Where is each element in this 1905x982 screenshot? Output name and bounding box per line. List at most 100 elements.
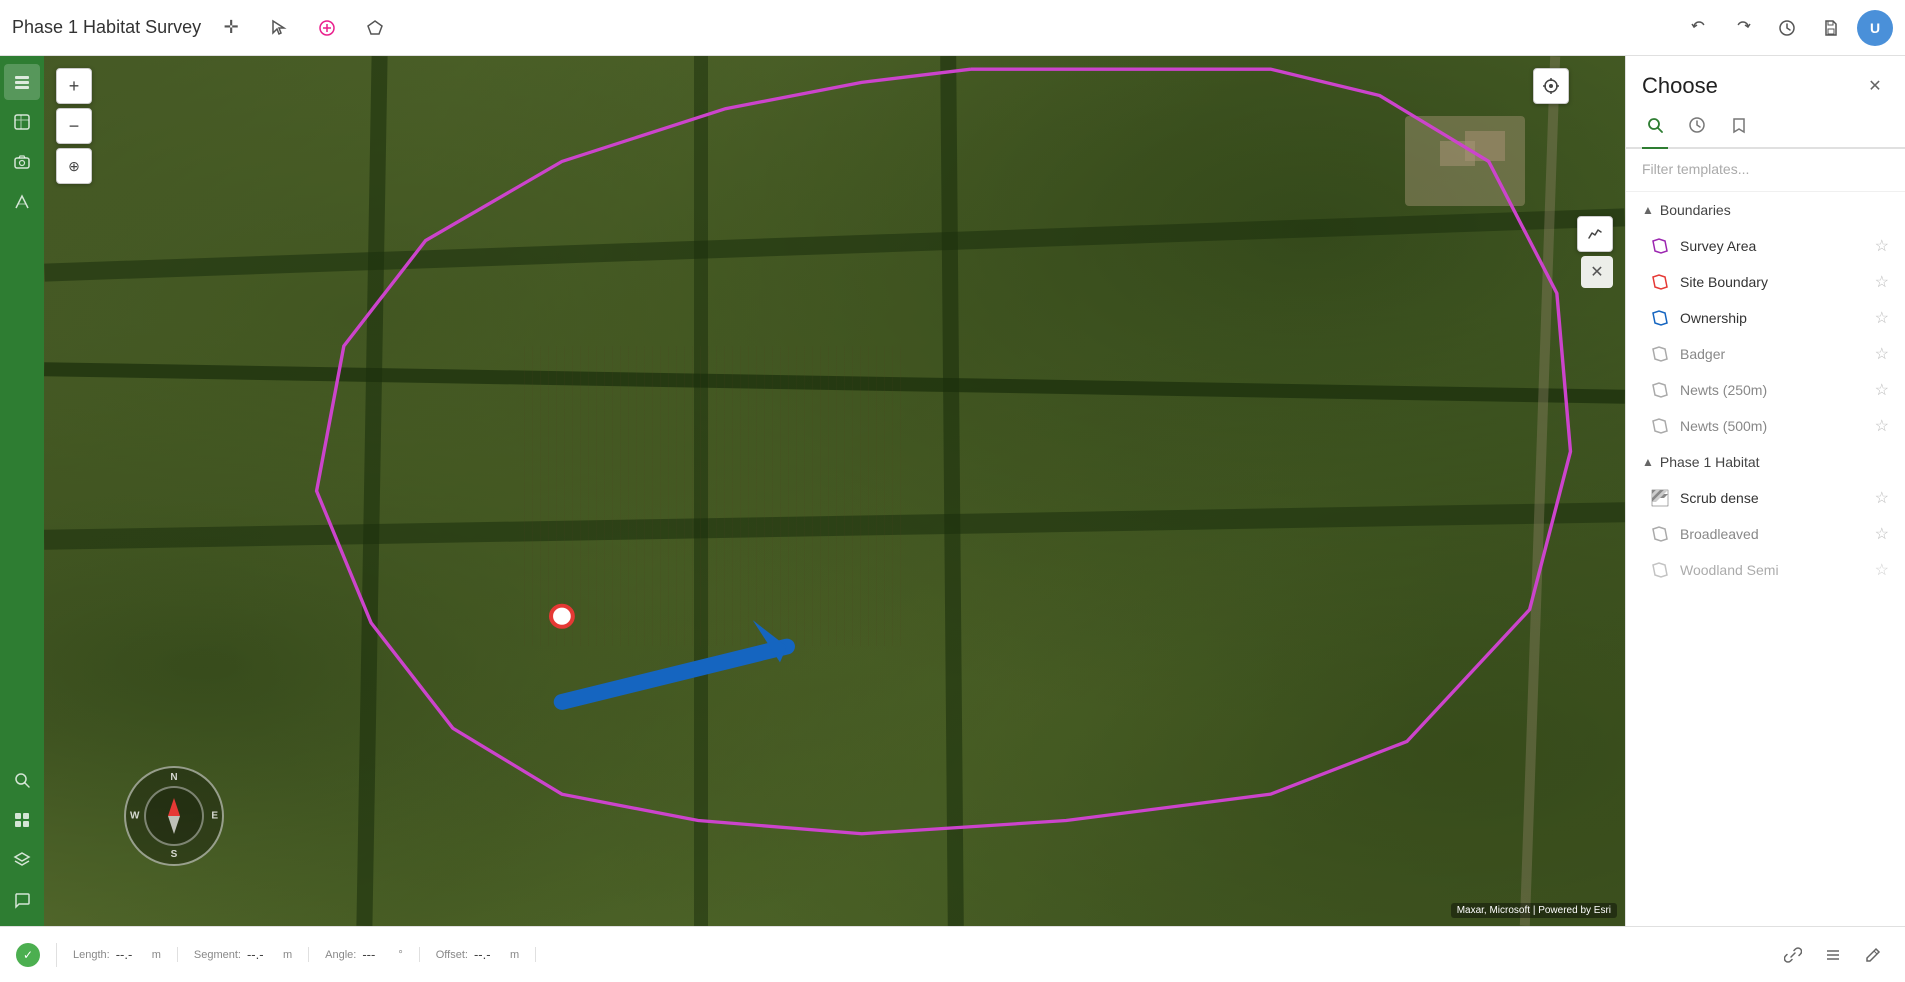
phase1-chevron: ▲ — [1642, 455, 1654, 469]
scrub-dense-star[interactable]: ☆ — [1875, 488, 1889, 508]
section-boundaries[interactable]: ▲ Boundaries — [1626, 192, 1905, 228]
site-boundary-label: Site Boundary — [1680, 274, 1865, 290]
map-container[interactable]: + − ⊕ ✕ N S E W — [44, 56, 1625, 926]
map-close-btn[interactable]: ✕ — [1581, 256, 1613, 288]
list-item-survey-area[interactable]: Survey Area ☆ — [1626, 228, 1905, 264]
bottom-right-actions — [1777, 939, 1889, 971]
site-boundary-star[interactable]: ☆ — [1875, 272, 1889, 292]
sidebar-item-layers[interactable] — [4, 64, 40, 100]
offset-label: Offset: — [436, 949, 468, 961]
locate-btn[interactable] — [1533, 68, 1569, 104]
undo-btn[interactable] — [1681, 10, 1717, 46]
move-tool-btn[interactable]: ✛ — [213, 10, 249, 46]
crosshair-btn[interactable]: ⊕ — [56, 148, 92, 184]
list-item-ownership[interactable]: Ownership ☆ — [1626, 300, 1905, 336]
zoom-out-btn[interactable]: − — [56, 108, 92, 144]
broadleaved-icon — [1650, 524, 1670, 544]
sidebar-item-map[interactable] — [4, 104, 40, 140]
length-value: --.- — [116, 947, 146, 962]
offset-group: Offset: --.- m — [420, 947, 536, 962]
filter-input[interactable] — [1642, 161, 1889, 177]
redo-btn[interactable] — [1725, 10, 1761, 46]
survey-area-icon — [1650, 236, 1670, 256]
list-item-scrub-dense[interactable]: Scrub dense ☆ — [1626, 480, 1905, 516]
length-group: Length: --.- m — [57, 947, 178, 962]
angle-value: --- — [362, 947, 392, 962]
ownership-icon — [1650, 308, 1670, 328]
panel-close-btn[interactable]: ✕ — [1861, 72, 1889, 100]
left-sidebar — [0, 56, 44, 926]
section-phase1[interactable]: ▲ Phase 1 Habitat — [1626, 444, 1905, 480]
newts-500-star[interactable]: ☆ — [1875, 416, 1889, 436]
compass: N S E W — [124, 766, 224, 866]
user-avatar[interactable]: U — [1857, 10, 1893, 46]
broadleaved-star[interactable]: ☆ — [1875, 524, 1889, 544]
bottom-bar: ✓ Length: --.- m Segment: --.- m Angle: … — [0, 926, 1905, 982]
analytics-btn[interactable] — [1577, 216, 1613, 252]
woodland-semi-star[interactable]: ☆ — [1875, 560, 1889, 580]
list-item-badger[interactable]: Badger ☆ — [1626, 336, 1905, 372]
offset-value: --.- — [474, 947, 504, 962]
right-panel: Choose ✕ ▲ Boundaries — [1625, 56, 1905, 926]
survey-area-label: Survey Area — [1680, 238, 1865, 254]
boundaries-chevron: ▲ — [1642, 203, 1654, 217]
segment-unit: m — [283, 949, 292, 961]
badger-label: Badger — [1680, 346, 1865, 362]
badger-icon — [1650, 344, 1670, 364]
badger-star[interactable]: ☆ — [1875, 344, 1889, 364]
list-btn[interactable] — [1817, 939, 1849, 971]
zoom-in-btn[interactable]: + — [56, 68, 92, 104]
list-item-site-boundary[interactable]: Site Boundary ☆ — [1626, 264, 1905, 300]
panel-title: Choose — [1642, 73, 1718, 99]
tab-search[interactable] — [1642, 108, 1668, 147]
history-btn[interactable] — [1769, 10, 1805, 46]
newts-500-icon — [1650, 416, 1670, 436]
angle-unit: ° — [398, 949, 402, 961]
sidebar-item-camera[interactable] — [4, 144, 40, 180]
compass-south: S — [171, 849, 178, 860]
woodland-semi-icon — [1650, 560, 1670, 580]
save-btn[interactable] — [1813, 10, 1849, 46]
status-indicator[interactable]: ✓ — [16, 943, 40, 967]
list-item-newts-500[interactable]: Newts (500m) ☆ — [1626, 408, 1905, 444]
tab-recent[interactable] — [1684, 108, 1710, 147]
length-unit: m — [152, 949, 161, 961]
compass-west: W — [130, 811, 139, 822]
compass-east: E — [211, 811, 218, 822]
panel-list: ▲ Boundaries Survey Area ☆ Site Boundary… — [1626, 192, 1905, 926]
segment-group: Segment: --.- m — [178, 947, 309, 962]
tab-bookmark[interactable] — [1726, 108, 1752, 147]
compass-north: N — [170, 772, 177, 783]
newts-500-label: Newts (500m) — [1680, 418, 1865, 434]
sidebar-item-comment[interactable] — [4, 882, 40, 918]
newts-250-icon — [1650, 380, 1670, 400]
list-item-broadleaved[interactable]: Broadleaved ☆ — [1626, 516, 1905, 552]
segment-label: Segment: — [194, 949, 241, 961]
sidebar-item-stack[interactable] — [4, 842, 40, 878]
link-btn[interactable] — [1777, 939, 1809, 971]
ownership-star[interactable]: ☆ — [1875, 308, 1889, 328]
list-item-woodland-semi[interactable]: Woodland Semi ☆ — [1626, 552, 1905, 588]
offset-unit: m — [510, 949, 519, 961]
site-boundary-icon — [1650, 272, 1670, 292]
scrub-dense-icon — [1650, 488, 1670, 508]
select-tool-btn[interactable] — [261, 10, 297, 46]
newts-250-star[interactable]: ☆ — [1875, 380, 1889, 400]
map-controls: + − ⊕ — [56, 68, 92, 184]
add-tool-btn[interactable] — [309, 10, 345, 46]
panel-tabs — [1626, 108, 1905, 149]
sidebar-item-grid[interactable] — [4, 802, 40, 838]
map-background: + − ⊕ ✕ N S E W — [44, 56, 1625, 926]
panel-filter-area — [1626, 149, 1905, 192]
angle-group: Angle: --- ° — [309, 947, 420, 962]
sidebar-item-route[interactable] — [4, 184, 40, 220]
edit-btn[interactable] — [1857, 939, 1889, 971]
segment-value: --.- — [247, 947, 277, 962]
newts-250-label: Newts (250m) — [1680, 382, 1865, 398]
list-item-newts-250[interactable]: Newts (250m) ☆ — [1626, 372, 1905, 408]
survey-area-star[interactable]: ☆ — [1875, 236, 1889, 256]
sidebar-item-search[interactable] — [4, 762, 40, 798]
polygon-tool-btn[interactable] — [357, 10, 393, 46]
angle-label: Angle: — [325, 949, 356, 961]
length-label: Length: — [73, 949, 110, 961]
